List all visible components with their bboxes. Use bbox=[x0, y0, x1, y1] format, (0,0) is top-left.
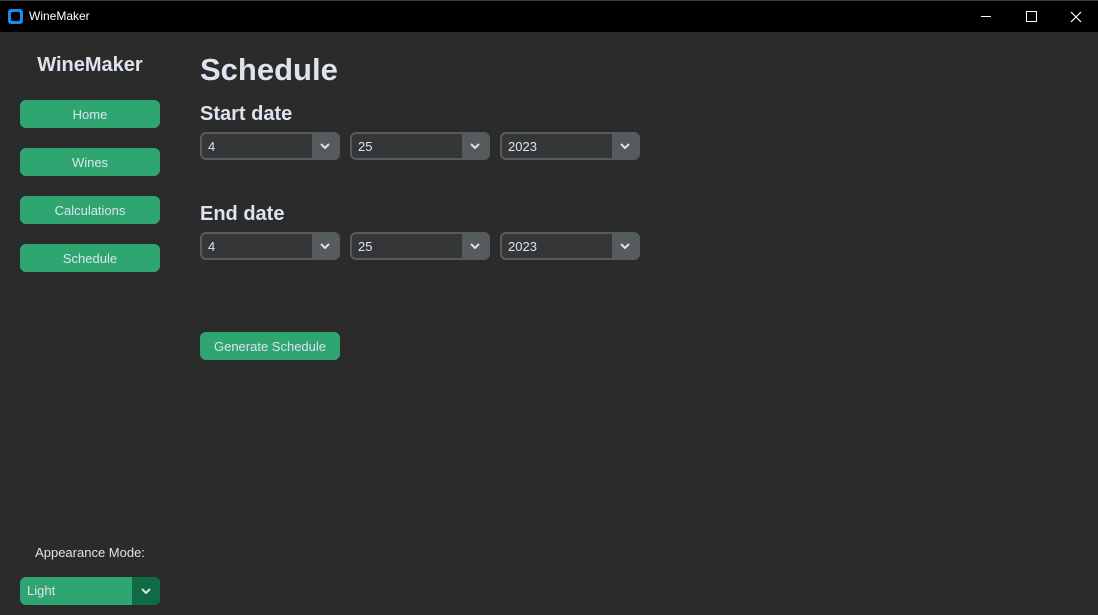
start-day-value[interactable]: 25 bbox=[358, 139, 372, 154]
start-year-value[interactable]: 2023 bbox=[508, 139, 537, 154]
end-year-value[interactable]: 2023 bbox=[508, 239, 537, 254]
page-title: Schedule bbox=[200, 52, 338, 87]
sidebar-logo: WineMaker bbox=[37, 54, 143, 76]
chevron-down-icon bbox=[470, 243, 480, 249]
generate-schedule-button[interactable]: Generate Schedule bbox=[200, 332, 340, 360]
end-month-value[interactable]: 4 bbox=[208, 239, 215, 254]
end-year-select[interactable]: 2023 bbox=[500, 232, 640, 260]
window-title: WineMaker bbox=[29, 9, 90, 23]
schedule-button[interactable]: Schedule bbox=[20, 244, 160, 272]
chevron-down-icon bbox=[620, 243, 630, 249]
appearance-mode-label: Appearance Mode: bbox=[35, 545, 145, 560]
start-month-dropdown-button[interactable] bbox=[312, 134, 338, 158]
start-year-select[interactable]: 2023 bbox=[500, 132, 640, 160]
sidebar: WineMaker Home Wines Calculations Schedu… bbox=[0, 32, 180, 615]
chevron-down-icon bbox=[141, 588, 151, 594]
maximize-icon bbox=[1025, 11, 1037, 22]
chevron-down-icon bbox=[620, 143, 630, 149]
end-date-heading: End date bbox=[200, 203, 285, 225]
appearance-mode-value: Light bbox=[27, 583, 56, 598]
minimize-button[interactable] bbox=[963, 1, 1009, 32]
calculations-button[interactable]: Calculations bbox=[20, 196, 160, 224]
end-day-dropdown-button[interactable] bbox=[462, 234, 488, 258]
appearance-mode-select[interactable]: Light bbox=[20, 577, 160, 605]
app-window: WineMaker WineMaker Home Wines Calculati… bbox=[0, 0, 1098, 615]
end-month-select[interactable]: 4 bbox=[200, 232, 340, 260]
end-year-dropdown-button[interactable] bbox=[612, 234, 638, 258]
start-month-select[interactable]: 4 bbox=[200, 132, 340, 160]
app-icon bbox=[8, 9, 23, 24]
start-day-dropdown-button[interactable] bbox=[462, 134, 488, 158]
start-month-value[interactable]: 4 bbox=[208, 139, 215, 154]
chevron-down-icon bbox=[320, 243, 330, 249]
home-button[interactable]: Home bbox=[20, 100, 160, 128]
maximize-button[interactable] bbox=[1008, 1, 1054, 32]
close-icon bbox=[1070, 11, 1082, 22]
wines-button[interactable]: Wines bbox=[20, 148, 160, 176]
chevron-down-icon bbox=[320, 143, 330, 149]
appearance-dropdown-button[interactable] bbox=[132, 577, 160, 605]
title-bar[interactable]: WineMaker bbox=[0, 0, 1098, 32]
start-date-heading: Start date bbox=[200, 103, 293, 125]
minimize-icon bbox=[980, 16, 991, 17]
chevron-down-icon bbox=[470, 143, 480, 149]
end-day-select[interactable]: 25 bbox=[350, 232, 490, 260]
end-day-value[interactable]: 25 bbox=[358, 239, 372, 254]
start-day-select[interactable]: 25 bbox=[350, 132, 490, 160]
close-button[interactable] bbox=[1053, 1, 1098, 32]
end-month-dropdown-button[interactable] bbox=[312, 234, 338, 258]
start-year-dropdown-button[interactable] bbox=[612, 134, 638, 158]
